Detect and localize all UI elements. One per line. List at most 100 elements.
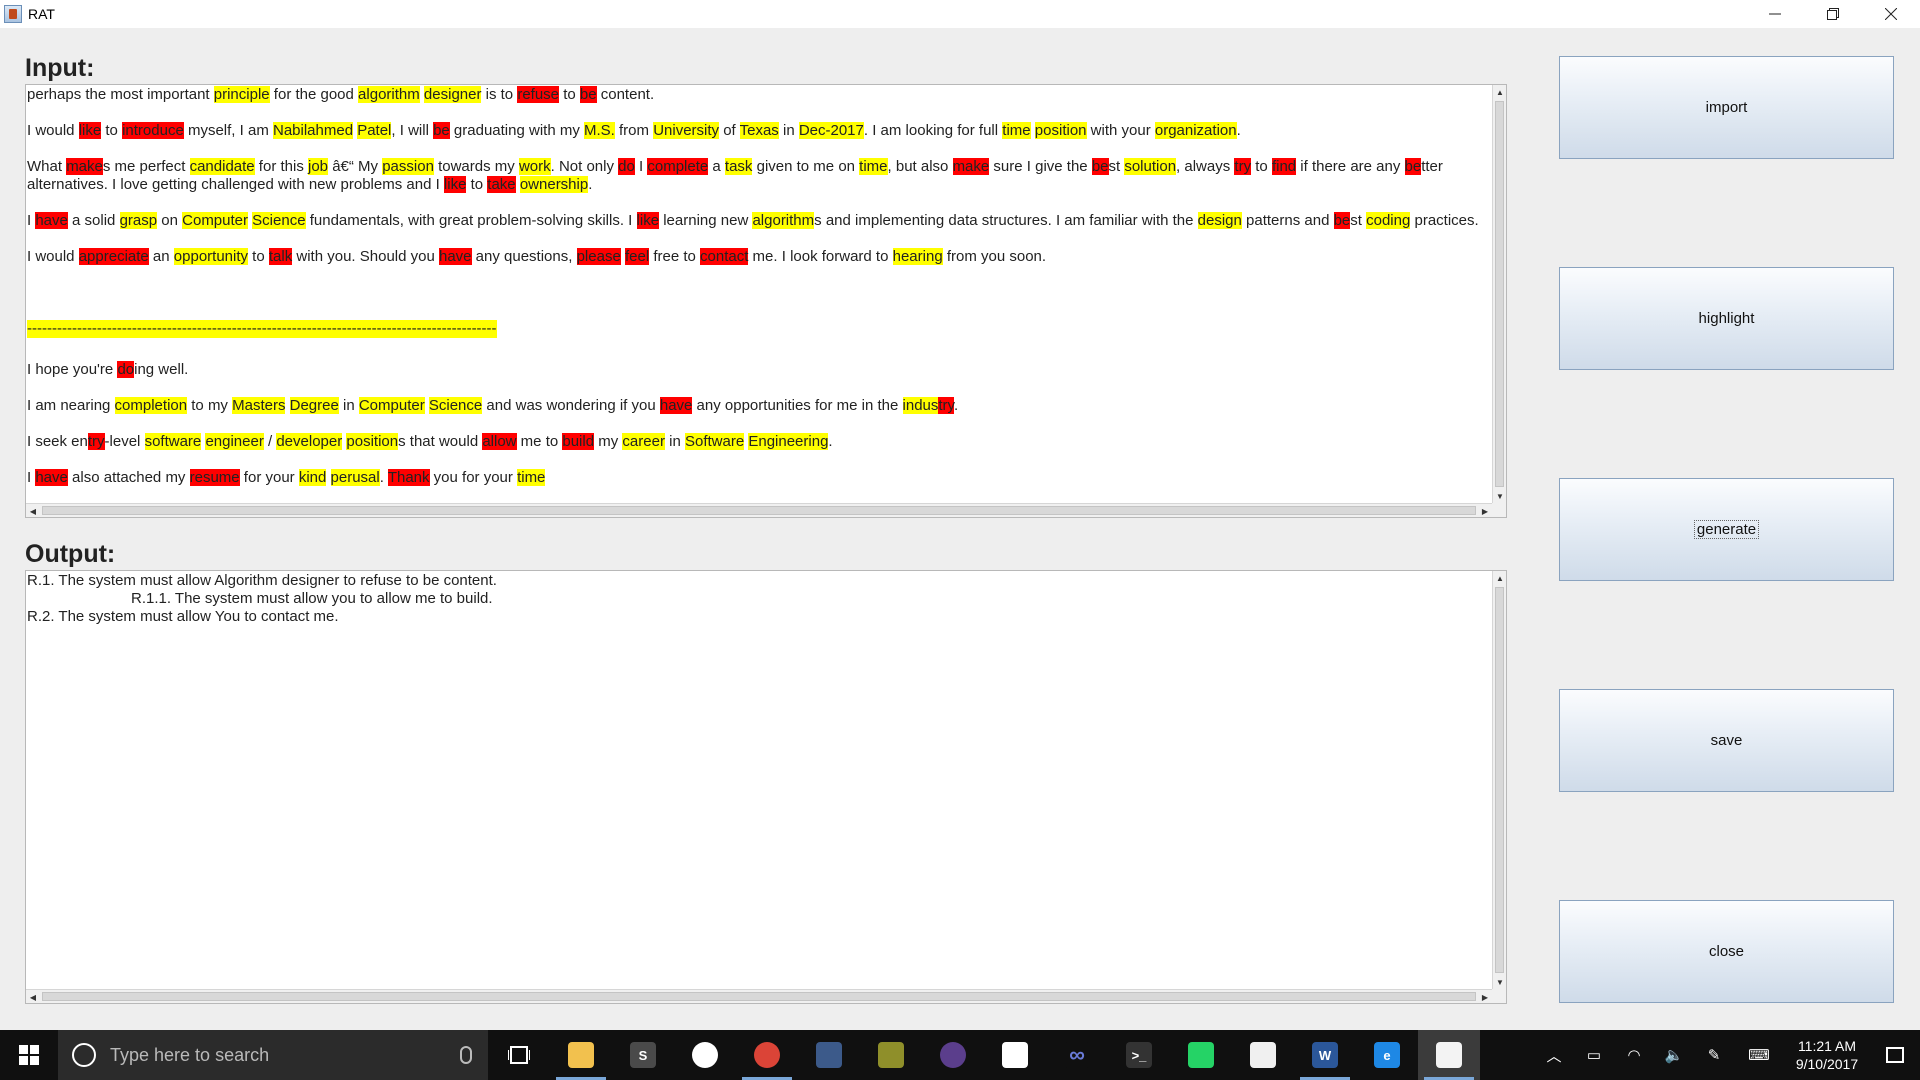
task-view-button[interactable] [488,1030,550,1080]
clock[interactable]: 11:21 AM 9/10/2017 [1784,1037,1870,1073]
highlight-verb: have [35,469,68,486]
output-horizontal-scrollbar[interactable]: ◀ ▶ [26,989,1492,1003]
wifi-icon[interactable]: ◠ [1614,1030,1654,1080]
highlight-verb: be [1091,158,1109,175]
plain-text: to [1251,158,1272,175]
visual-studio-icon [816,1042,842,1068]
highlight-noun: Engineering [748,433,829,450]
import-button[interactable]: import [1559,56,1894,159]
generate-button[interactable]: generate [1559,478,1894,581]
scroll-down-arrow-icon[interactable]: ▼ [1493,975,1507,989]
taskbar-search-box[interactable]: Type here to search [58,1030,488,1080]
paint-tool-taskbar-button[interactable] [860,1030,922,1080]
scroll-right-arrow-icon[interactable]: ▶ [1478,504,1492,518]
plain-text: What [27,158,67,175]
requirement-line: R.1.1. The system must allow you to allo… [131,590,493,607]
github-taskbar-button[interactable] [674,1030,736,1080]
battery-icon[interactable]: ▭ [1574,1030,1614,1080]
restore-icon [1827,8,1839,20]
output-text-content[interactable]: R.1. The system must allow Algorithm des… [26,571,1492,989]
task-view-icon [508,1046,530,1064]
start-button[interactable] [0,1030,58,1080]
visual-studio-taskbar-button[interactable] [798,1030,860,1080]
windows-logo-icon [19,1045,39,1065]
highlight-noun: coding [1366,212,1411,229]
volume-icon[interactable]: 🔈 [1654,1030,1694,1080]
mail-taskbar-button[interactable] [984,1030,1046,1080]
eclipse-taskbar-button[interactable] [922,1030,984,1080]
keyboard-icon[interactable]: ⌨ [1734,1030,1784,1080]
close-icon [1885,8,1897,20]
plain-text [285,397,289,414]
microphone-icon[interactable] [460,1046,472,1064]
plain-text: learning new [659,212,753,229]
plain-text: to my [187,397,233,414]
java-icon [1436,1042,1462,1068]
highlight-noun: work [518,158,551,175]
scroll-right-arrow-icon[interactable]: ▶ [1478,990,1492,1004]
input-horizontal-scrollbar[interactable]: ◀ ▶ [26,503,1492,517]
movie-maker-taskbar-button[interactable] [1232,1030,1294,1080]
notification-icon [1886,1047,1904,1063]
pen-icon[interactable]: ✎ [1694,1030,1734,1080]
terminal-taskbar-button[interactable]: >_ [1108,1030,1170,1080]
taskbar-pinned-apps: S ∞ >_ We [488,1030,1480,1080]
input-text-content[interactable]: perhaps the most important principle for… [26,85,1492,503]
scroll-up-arrow-icon[interactable]: ▲ [1493,571,1507,585]
notification-center-button[interactable] [1870,1030,1920,1080]
scroll-left-arrow-icon[interactable]: ◀ [26,990,40,1004]
scroll-down-arrow-icon[interactable]: ▼ [1493,489,1507,503]
whatsapp-icon [1188,1042,1214,1068]
highlight-verb: introduce [122,122,184,139]
highlight-noun: Computer [358,397,425,414]
highlight-noun: time [859,158,888,175]
plain-text: patterns and [1241,212,1334,229]
infinity-taskbar-button[interactable]: ∞ [1046,1030,1108,1080]
edge-taskbar-button[interactable]: e [1356,1030,1418,1080]
highlight-noun: ownership [519,176,589,193]
input-paragraph [27,284,1491,302]
chevron-up-icon[interactable]: ︿ [1534,1030,1574,1080]
sublime-text-taskbar-button[interactable]: S [612,1030,674,1080]
plain-text: for your [239,469,299,486]
word-taskbar-button[interactable]: W [1294,1030,1356,1080]
scroll-corner [1492,503,1506,517]
save-button[interactable]: save [1559,689,1894,792]
plain-text: for this [254,158,308,175]
input-paragraph: What makes me perfect candidate for this… [27,158,1491,194]
requirement-line: R.1. The system must allow Algorithm des… [27,572,497,589]
terminal-icon: >_ [1126,1042,1152,1068]
paint-tool-icon [878,1042,904,1068]
chrome-taskbar-button[interactable] [736,1030,798,1080]
whatsapp-taskbar-button[interactable] [1170,1030,1232,1080]
scroll-left-arrow-icon[interactable]: ◀ [26,504,40,518]
plain-text: s me perfect [102,158,190,175]
clock-time: 11:21 AM [1797,1038,1857,1054]
output-text-area[interactable]: R.1. The system must allow Algorithm des… [25,570,1507,1004]
output-hscroll-thumb[interactable] [42,992,1476,1001]
close-window-button[interactable] [1862,0,1920,28]
mail-icon [1002,1042,1028,1068]
highlight-noun: organization [1154,122,1237,139]
highlight-noun: Masters [232,397,286,414]
restore-button[interactable] [1804,0,1862,28]
input-hscroll-thumb[interactable] [42,506,1476,515]
plain-text: of [719,122,740,139]
close-button[interactable]: close [1559,900,1894,1003]
output-vscroll-thumb[interactable] [1495,587,1504,973]
input-vscroll-thumb[interactable] [1495,101,1504,487]
plain-text: s and implementing data structures. I am… [814,212,1198,229]
word-icon: W [1312,1042,1338,1068]
input-paragraph: I have also attached my resume for your … [27,469,1491,487]
output-vertical-scrollbar[interactable]: ▲ ▼ [1492,571,1506,989]
file-explorer-taskbar-button[interactable] [550,1030,612,1080]
highlight-noun: Nabilahmed [272,122,354,139]
file-explorer-icon [568,1042,594,1068]
scroll-up-arrow-icon[interactable]: ▲ [1493,85,1507,99]
input-text-area[interactable]: perhaps the most important principle for… [25,84,1507,518]
highlight-noun: solution [1124,158,1177,175]
minimize-button[interactable] [1746,0,1804,28]
highlight-button[interactable]: highlight [1559,267,1894,370]
input-vertical-scrollbar[interactable]: ▲ ▼ [1492,85,1506,503]
java-taskbar-button[interactable] [1418,1030,1480,1080]
